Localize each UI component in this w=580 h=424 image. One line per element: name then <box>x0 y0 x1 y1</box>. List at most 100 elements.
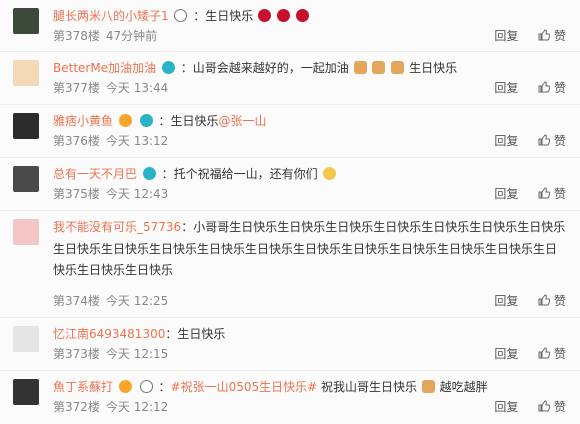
comment-list: 腿长两米八的小矮子1 ：生日快乐 第378楼 47分钟前 回复 赞 BetterM… <box>0 0 580 424</box>
vip-badge-icon <box>118 380 132 393</box>
verified-tag-icon <box>142 167 156 180</box>
avatar[interactable] <box>13 8 39 34</box>
rose-emoji-icon <box>276 9 290 22</box>
comment-item: 雅痞小黄鱼 ：生日快乐@张一山 第376楼 今天 13:12 回复 赞 <box>0 105 580 158</box>
comment-item: 总有一天不月巴 ：托个祝福给一山，还有你们 第375楼 今天 12:43 回复 赞 <box>0 158 580 211</box>
comment-text-line: 总有一天不月巴 ：托个祝福给一山，还有你们 <box>53 164 566 185</box>
floor-number: 第378楼 <box>53 29 100 43</box>
comment-text-line: 忆江南6493481300：生日快乐 <box>53 324 566 345</box>
avatar[interactable] <box>13 379 39 405</box>
comment-body: 总有一天不月巴 ：托个祝福给一山，还有你们 <box>53 164 566 185</box>
timestamp: 今天 12:25 <box>105 294 169 308</box>
like-label: 赞 <box>553 347 566 361</box>
avatar[interactable] <box>13 60 39 86</box>
username-link[interactable]: 忆江南6493481300 <box>53 327 165 341</box>
comment-body: 雅痞小黄鱼 ：生日快乐@张一山 <box>53 111 566 132</box>
comment-body: 腿长两米八的小矮子1 ：生日快乐 <box>53 6 566 27</box>
timestamp: 今天 12:43 <box>105 187 169 201</box>
comment-meta: 第375楼 今天 12:43 <box>53 187 168 201</box>
timestamp: 今天 13:44 <box>105 81 169 95</box>
username-link[interactable]: 腿长两米八的小矮子1 <box>53 9 169 23</box>
comment-actions: 回复 赞 <box>494 29 566 43</box>
like-button[interactable]: 赞 <box>538 134 566 148</box>
comment-actions: 回复 赞 <box>494 187 566 201</box>
username-link[interactable]: 魚丁系蘇打 <box>53 380 113 394</box>
reply-button[interactable]: 回复 <box>494 187 518 201</box>
comment-text: ：山哥会越来越好的，一起加油 <box>180 61 349 75</box>
like-button[interactable]: 赞 <box>538 294 566 308</box>
like-button[interactable]: 赞 <box>538 347 566 361</box>
comment-text: ：托个祝福给一山，还有你们 <box>161 167 318 181</box>
like-label: 赞 <box>553 187 566 201</box>
rose-emoji-icon <box>258 9 272 22</box>
comment-actions: 回复 赞 <box>494 294 566 308</box>
comment-meta: 第374楼 今天 12:25 <box>53 294 168 308</box>
like-button[interactable]: 赞 <box>538 81 566 95</box>
cake-emoji-icon <box>353 61 367 74</box>
comment-item: 忆江南6493481300：生日快乐 第373楼 今天 12:15 回复 赞 <box>0 318 580 371</box>
floor-number: 第374楼 <box>53 294 100 308</box>
comment-item: BetterMe加油加油 ：山哥会越来越好的，一起加油 生日快乐 第377楼 今天… <box>0 52 580 105</box>
comment-body: BetterMe加油加油 ：山哥会越来越好的，一起加油 生日快乐 <box>53 58 566 79</box>
rose-emoji-icon <box>295 9 309 22</box>
comment-text: ：生日快乐 <box>158 114 219 128</box>
comment-body: 我不能没有可乐_57736：小哥哥生日快乐生日快乐生日快乐生日快乐生日快乐生日快… <box>53 217 566 282</box>
comment-text: 祝我山哥生日快乐 <box>321 380 418 394</box>
timestamp: 今天 13:12 <box>105 134 169 148</box>
verified-tag-icon <box>161 61 175 74</box>
username-link[interactable]: 总有一天不月巴 <box>53 167 137 181</box>
comment-actions: 回复 赞 <box>494 347 566 361</box>
vip-badge-icon <box>118 114 132 127</box>
floor-number: 第377楼 <box>53 81 100 95</box>
comment-text-line: 魚丁系蘇打 ：#祝张一山0505生日快乐# 祝我山哥生日快乐 越吃越胖 <box>53 380 488 394</box>
like-label: 赞 <box>553 81 566 95</box>
panda-badge-icon <box>139 380 153 393</box>
cake-emoji-icon <box>372 61 386 74</box>
timestamp: 47分钟前 <box>105 29 158 43</box>
comment-item: 腿长两米八的小矮子1 ：生日快乐 第378楼 47分钟前 回复 赞 <box>0 0 580 52</box>
comment-item: 魚丁系蘇打 ：#祝张一山0505生日快乐# 祝我山哥生日快乐 越吃越胖 第372… <box>0 371 580 424</box>
hashtag-link[interactable]: #祝张一山0505生日快乐# <box>171 380 318 394</box>
reply-button[interactable]: 回复 <box>494 134 518 148</box>
like-button[interactable]: 赞 <box>538 29 566 43</box>
reply-button[interactable]: 回复 <box>494 347 518 361</box>
username-link[interactable]: 雅痞小黄鱼 <box>53 114 113 128</box>
cake-emoji-icon <box>421 380 435 393</box>
thumbs-up-icon <box>538 134 551 146</box>
comment-actions: 回复 赞 <box>494 81 566 95</box>
avatar[interactable] <box>13 113 39 139</box>
panda-badge-icon <box>174 9 188 22</box>
reply-button[interactable]: 回复 <box>494 294 518 308</box>
floor-number: 第373楼 <box>53 347 100 361</box>
comment-body: 魚丁系蘇打 ：#祝张一山0505生日快乐# 祝我山哥生日快乐 越吃越胖 <box>53 377 566 398</box>
thumbs-up-icon <box>538 347 551 359</box>
thumbs-up-icon <box>538 187 551 199</box>
timestamp: 今天 12:15 <box>105 347 169 361</box>
avatar[interactable] <box>13 326 39 352</box>
comment-text-line: 我不能没有可乐_57736：小哥哥生日快乐生日快乐生日快乐生日快乐生日快乐生日快… <box>53 217 566 282</box>
comment-text-tail: 生日快乐 <box>409 61 458 75</box>
reply-button[interactable]: 回复 <box>494 29 518 43</box>
thumbs-up-icon <box>538 81 551 93</box>
like-label: 赞 <box>553 29 566 43</box>
kiss-emoji-icon <box>322 167 336 180</box>
reply-button[interactable]: 回复 <box>494 81 518 95</box>
cake-emoji-icon <box>391 61 405 74</box>
username-link[interactable]: BetterMe加油加油 <box>53 61 156 75</box>
like-label: 赞 <box>553 294 566 308</box>
avatar[interactable] <box>13 219 39 245</box>
like-button[interactable]: 赞 <box>538 187 566 201</box>
thumbs-up-icon <box>538 400 551 412</box>
comment-body: 忆江南6493481300：生日快乐 <box>53 324 566 345</box>
like-label: 赞 <box>553 134 566 148</box>
username-link[interactable]: 我不能没有可乐_57736 <box>53 220 181 234</box>
mention-link[interactable]: @张一山 <box>219 114 267 128</box>
avatar[interactable] <box>13 166 39 192</box>
comment-meta: 第376楼 今天 13:12 <box>53 134 168 148</box>
comment-meta: 第373楼 今天 12:15 <box>53 347 168 361</box>
thumbs-up-icon <box>538 29 551 41</box>
verified-tag-icon <box>139 114 153 127</box>
thumbs-up-icon <box>538 294 551 306</box>
comment-meta: 第378楼 47分钟前 <box>53 29 157 43</box>
comment-text: ：生日快乐 <box>165 327 226 341</box>
